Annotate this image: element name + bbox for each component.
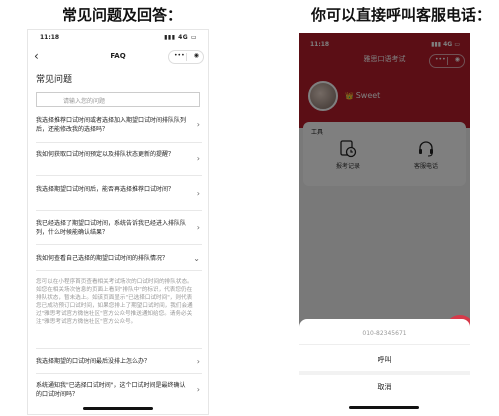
faq-item[interactable]: 我如何获取口试时间预定以及排队状态更新的提醒？ › [36,150,202,163]
divider [36,270,202,271]
divider [36,142,202,143]
chevron-down-icon: ⌄ [193,254,200,263]
faq-question: 我如何查看自己选择的期望口试时间的排队情况？ [36,255,169,262]
call-action-sheet: 010-82345671 呼叫 取消 [299,319,470,414]
chevron-right-icon: › [196,223,200,232]
divider [36,373,202,374]
faq-item-expanded[interactable]: 我如何查看自己选择的期望口试时间的排队情况？ ⌄ [36,254,202,263]
search-input[interactable]: 请输入您的问题 [36,92,200,107]
profile-phone-screen: 11:18 ▮▮▮ 4G ▭ 雅思口语考试 ••• ◉ 👑Sweet 工具 报考… [299,33,470,414]
page-title: 常见问题 [36,75,73,85]
chevron-right-icon: › [196,385,200,394]
faq-answer: 您可以在小程序首页查看相关考试场次的口试时间的排队状态。如您在相关场次信息的页面… [36,279,193,325]
divider [36,210,202,211]
chevron-right-icon: › [196,154,200,163]
status-signal: ▮▮▮ 4G ▭ [164,34,197,41]
divider [36,175,202,176]
heading-call: 你可以直接呼叫客服电话： [311,6,492,24]
heading-faq: 常见问题及回答： [62,6,183,24]
faq-question: 我选择期望的口试时间最后没排上怎么办？ [36,358,151,365]
faq-phone-screen: 11:18 ▮▮▮ 4G ▭ ‹ FAQ ••• ◉ 常见问题 请输入您的问题 … [27,29,209,415]
more-icon[interactable]: ••• [174,52,185,59]
home-indicator [349,406,419,409]
navigation-bar: ‹ FAQ ••• ◉ [28,47,208,67]
divider [36,348,202,349]
phone-number: 010-82345671 [362,330,407,337]
divider [299,344,470,345]
call-button[interactable]: 呼叫 [299,355,470,365]
faq-item[interactable]: 我选择推荐口试时间或者选择加入期望口试时间排队队列后，还能修改我的选择吗？ › [36,116,202,134]
home-indicator [83,407,153,410]
faq-item[interactable]: 我选择期望的口试时间最后没排上怎么办？ › [36,357,202,366]
divider [299,371,470,375]
status-bar: 11:18 ▮▮▮ 4G ▭ [28,30,208,46]
faq-question: 系统通知我"已选择口试时间"，这个口试时间是最终确认的口试时间吗？ [36,382,186,398]
faq-question: 我选择推荐口试时间或者选择加入期望口试时间排队队列后，还能修改我的选择吗？ [36,117,187,133]
cancel-button[interactable]: 取消 [299,382,470,392]
divider [36,244,202,245]
chevron-right-icon: › [196,120,200,129]
faq-item[interactable]: 我已经选择了期望口试时间，系统告诉我已经进入排队队列，什么时候能确认结果？ › [36,219,202,237]
close-target-icon[interactable]: ◉ [194,52,199,59]
faq-question: 我选择期望口试时间后，能否再选择推荐口试时间？ [36,186,175,193]
faq-item[interactable]: 系统通知我"已选择口试时间"，这个口试时间是最终确认的口试时间吗？ › [36,381,202,399]
faq-question: 我如何获取口试时间预定以及排队状态更新的提醒？ [36,151,175,158]
status-time: 11:18 [40,34,60,41]
chevron-right-icon: › [196,189,200,198]
faq-item[interactable]: 我选择期望口试时间后，能否再选择推荐口试时间？ › [36,185,202,198]
faq-question: 我已经选择了期望口试时间，系统告诉我已经进入排队队列，什么时候能确认结果？ [36,220,187,236]
chevron-right-icon: › [196,357,200,366]
mini-program-capsule: ••• ◉ [168,50,204,64]
